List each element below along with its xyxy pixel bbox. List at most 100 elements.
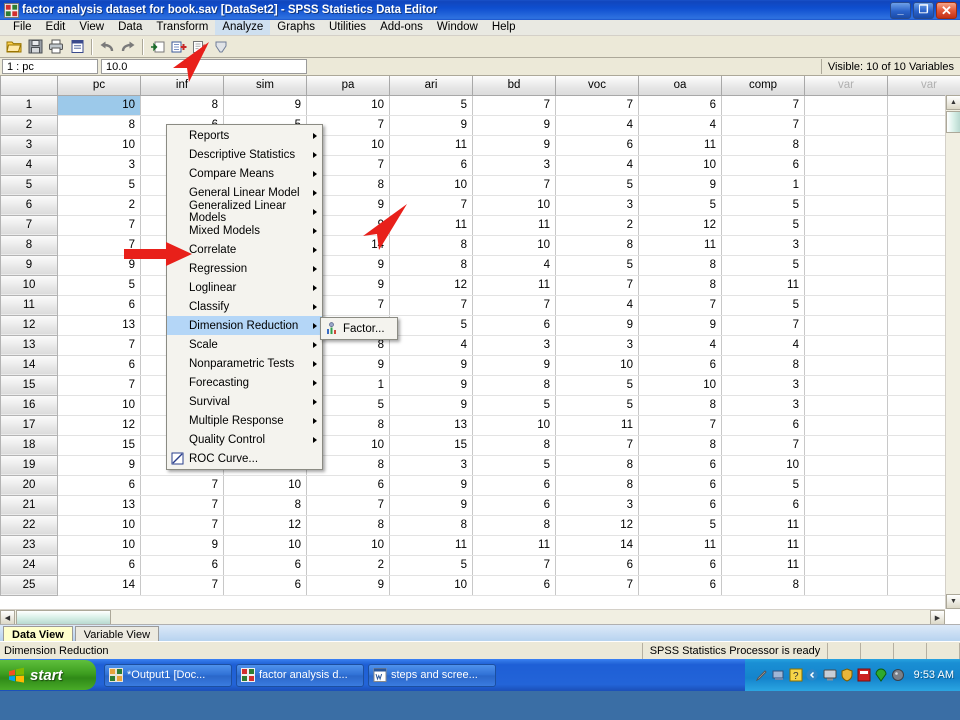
row-number[interactable]: 13 [1, 335, 58, 355]
column-header-comp[interactable]: comp [722, 76, 805, 95]
grid-cell[interactable]: 5 [473, 455, 556, 475]
grid-cell[interactable]: 6 [224, 575, 307, 595]
restore-button[interactable]: ❐ [913, 2, 934, 19]
grid-cell[interactable]: 6 [639, 455, 722, 475]
row-number[interactable]: 6 [1, 195, 58, 215]
row-number[interactable]: 25 [1, 575, 58, 595]
row-number[interactable]: 11 [1, 295, 58, 315]
grid-cell[interactable] [805, 315, 888, 335]
sound-icon[interactable] [891, 668, 905, 682]
grid-cell[interactable]: 12 [639, 215, 722, 235]
grid-cell[interactable] [805, 475, 888, 495]
grid-cell[interactable]: 7 [473, 95, 556, 115]
grid-cell[interactable]: 8 [556, 455, 639, 475]
grid-cell[interactable]: 8 [390, 255, 473, 275]
grid-cell[interactable]: 6 [639, 575, 722, 595]
row-number[interactable]: 20 [1, 475, 58, 495]
grid-cell[interactable]: 10 [58, 395, 141, 415]
grid-cell[interactable] [805, 175, 888, 195]
grid-cell[interactable]: 11 [473, 535, 556, 555]
menu-item-forecasting[interactable]: Forecasting [167, 373, 322, 392]
grid-cell[interactable] [805, 255, 888, 275]
grid-cell[interactable]: 10 [390, 575, 473, 595]
grid-cell[interactable] [805, 135, 888, 155]
grid-cell[interactable]: 10 [58, 535, 141, 555]
grid-cell[interactable] [805, 235, 888, 255]
tab-data-view[interactable]: Data View [3, 626, 73, 641]
grid-cell[interactable]: 5 [58, 175, 141, 195]
recall-dialogs-icon[interactable] [67, 37, 87, 56]
taskbar-item-output1[interactable]: *Output1 [Doc... [104, 664, 232, 687]
grid-cell[interactable]: 7 [58, 235, 141, 255]
menu-item-quality-control[interactable]: Quality Control [167, 430, 322, 449]
grid-cell[interactable]: 11 [556, 415, 639, 435]
grid-cell[interactable]: 4 [639, 335, 722, 355]
menu-item-nonparametric-tests[interactable]: Nonparametric Tests [167, 354, 322, 373]
grid-cell[interactable]: 7 [722, 95, 805, 115]
grid-cell[interactable]: 11 [639, 535, 722, 555]
start-button[interactable]: start [0, 660, 96, 690]
menu-item-reports[interactable]: Reports [167, 126, 322, 145]
grid-cell[interactable]: 12 [224, 515, 307, 535]
insert-variable-icon[interactable] [169, 37, 189, 56]
row-number[interactable]: 19 [1, 455, 58, 475]
grid-cell[interactable] [805, 555, 888, 575]
grid-cell[interactable]: 5 [473, 395, 556, 415]
grid-cell[interactable]: 7 [390, 195, 473, 215]
grid-cell[interactable]: 10 [390, 175, 473, 195]
column-header-bd[interactable]: bd [473, 76, 556, 95]
grid-cell[interactable]: 5 [556, 255, 639, 275]
menu-help[interactable]: Help [485, 20, 523, 35]
grid-cell[interactable]: 5 [556, 375, 639, 395]
tab-variable-view[interactable]: Variable View [75, 626, 159, 641]
grid-cell[interactable] [805, 455, 888, 475]
row-number[interactable]: 24 [1, 555, 58, 575]
column-header-inf[interactable]: inf [141, 76, 224, 95]
grid-cell[interactable]: 1 [722, 175, 805, 195]
grid-cell[interactable]: 8 [556, 475, 639, 495]
grid-cell[interactable]: 6 [58, 355, 141, 375]
grid-cell[interactable]: 11 [639, 135, 722, 155]
save-file-icon[interactable] [25, 37, 45, 56]
menu-item-compare-means[interactable]: Compare Means [167, 164, 322, 183]
menu-file[interactable]: File [6, 20, 39, 35]
grid-cell[interactable]: 3 [556, 195, 639, 215]
row-number[interactable]: 16 [1, 395, 58, 415]
grid-cell[interactable]: 6 [473, 495, 556, 515]
grid-cell[interactable] [805, 575, 888, 595]
grid-cell[interactable]: 11 [390, 215, 473, 235]
grid-cell[interactable]: 6 [58, 295, 141, 315]
column-header-oa[interactable]: oa [639, 76, 722, 95]
menu-analyze[interactable]: Analyze [215, 20, 270, 35]
grid-cell[interactable]: 7 [639, 415, 722, 435]
grid-cell[interactable]: 8 [141, 95, 224, 115]
grid-cell[interactable]: 15 [390, 435, 473, 455]
horizontal-scrollbar[interactable]: ◀ ▶ [0, 609, 945, 624]
grid-cell[interactable]: 6 [141, 555, 224, 575]
grid-cell[interactable]: 9 [390, 115, 473, 135]
scroll-right-icon[interactable]: ▶ [930, 610, 945, 624]
grid-cell[interactable]: 7 [722, 115, 805, 135]
grid-cell[interactable]: 4 [556, 155, 639, 175]
shield-icon[interactable] [840, 668, 854, 682]
grid-cell[interactable] [805, 115, 888, 135]
grid-cell[interactable]: 3 [722, 235, 805, 255]
grid-cell[interactable]: 6 [639, 555, 722, 575]
menu-utilities[interactable]: Utilities [322, 20, 373, 35]
column-header-pc[interactable]: pc [58, 76, 141, 95]
grid-cell[interactable]: 13 [390, 415, 473, 435]
grid-cell[interactable]: 7 [556, 95, 639, 115]
row-number[interactable]: 5 [1, 175, 58, 195]
grid-cell[interactable]: 6 [722, 155, 805, 175]
grid-cell[interactable]: 5 [722, 295, 805, 315]
grid-cell[interactable]: 6 [556, 135, 639, 155]
grid-cell[interactable]: 8 [639, 255, 722, 275]
grid-cell[interactable]: 3 [390, 455, 473, 475]
grid-cell[interactable]: 11 [390, 535, 473, 555]
grid-cell[interactable]: 7 [58, 335, 141, 355]
grid-cell[interactable]: 7 [390, 295, 473, 315]
grid-cell[interactable] [805, 95, 888, 115]
grid-cell[interactable]: 9 [639, 315, 722, 335]
row-number[interactable]: 14 [1, 355, 58, 375]
grid-cell[interactable]: 13 [58, 495, 141, 515]
